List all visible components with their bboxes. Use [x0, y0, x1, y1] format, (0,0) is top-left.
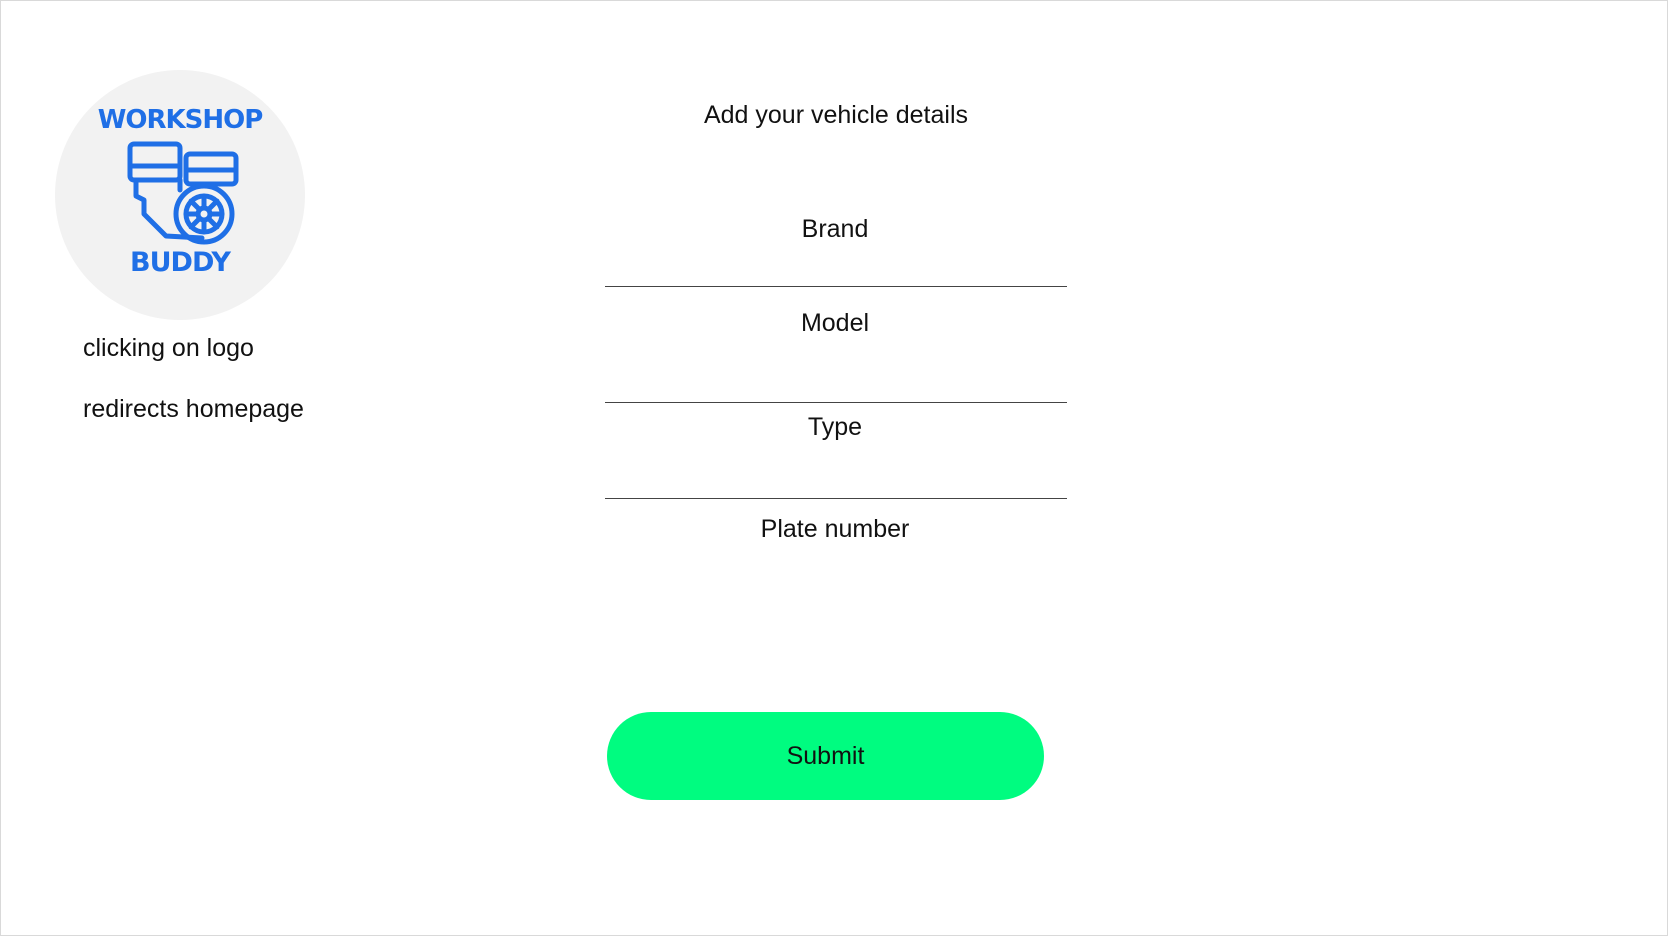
submit-button[interactable]: Submit	[607, 712, 1044, 800]
model-input[interactable]	[605, 361, 1071, 397]
logo-note-line2: redirects homepage	[83, 395, 304, 423]
logo-wordmark-bottom: BUDDY	[130, 247, 231, 278]
plate-number-input[interactable]	[605, 561, 1071, 597]
brand-input[interactable]	[605, 249, 1071, 285]
engine-icon	[127, 141, 239, 245]
workshop-buddy-logo[interactable]: WORKSHOP BUDDY	[55, 70, 305, 320]
app-frame: WORKSHOP BUDDY clicking on logo redirect…	[0, 0, 1668, 936]
brand-label: Brand	[801, 215, 869, 243]
model-underline	[605, 402, 1067, 403]
logo-note-line1: clicking on logo	[83, 334, 254, 362]
plate-number-label: Plate number	[760, 515, 910, 543]
form-title: Add your vehicle details	[703, 101, 969, 129]
type-label: Type	[807, 413, 863, 441]
logo-wordmark-top: WORKSHOP	[97, 105, 264, 135]
brand-underline	[605, 286, 1067, 287]
model-label: Model	[800, 309, 870, 337]
type-underline	[605, 498, 1067, 499]
type-input[interactable]	[605, 456, 1071, 492]
